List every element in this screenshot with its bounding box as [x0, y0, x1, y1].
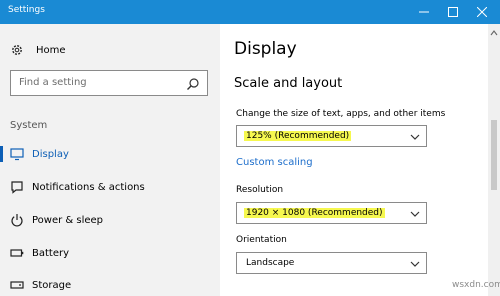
sidebar-item-notifications[interactable]: Notifications & actions [0, 175, 220, 199]
sidebar-item-display[interactable]: Display [0, 142, 220, 166]
selection-indicator [0, 146, 3, 162]
sidebar-item-label: Battery [32, 247, 70, 259]
window-title: Settings [8, 5, 45, 15]
sidebar-item-label: Power & sleep [32, 214, 104, 226]
chevron-up-icon [490, 30, 498, 36]
sidebar-item-storage[interactable]: Storage [0, 273, 220, 296]
chevron-down-icon [410, 134, 420, 140]
battery-icon [10, 246, 24, 260]
scroll-up-button[interactable] [488, 24, 500, 42]
orientation-value: Landscape [246, 258, 295, 268]
resolution-dropdown[interactable]: 1920 × 1080 (Recommended) [236, 202, 427, 224]
search-input[interactable]: Find a setting [10, 70, 208, 96]
home-label: Home [36, 44, 66, 56]
monitor-icon [10, 147, 24, 161]
scale-dropdown[interactable]: 125% (Recommended) [236, 125, 427, 147]
close-button[interactable] [470, 0, 494, 24]
orientation-label: Orientation [236, 235, 287, 245]
gear-icon [12, 45, 22, 55]
scale-value: 125% (Recommended) [244, 131, 352, 141]
power-icon [10, 213, 24, 227]
title-bar: Settings [0, 0, 500, 24]
minimize-icon [419, 11, 429, 13]
sidebar-item-label: Storage [32, 279, 72, 291]
page-title: Display [234, 39, 297, 59]
resolution-value: 1920 × 1080 (Recommended) [244, 208, 385, 218]
section-title: Scale and layout [234, 76, 343, 91]
watermark: wsxdn.com [452, 280, 500, 290]
scale-label: Change the size of text, apps, and other… [236, 109, 446, 119]
sidebar-item-power-sleep[interactable]: Power & sleep [0, 208, 220, 232]
maximize-button[interactable] [441, 0, 465, 24]
notification-icon [10, 180, 24, 194]
maximize-icon [448, 7, 458, 17]
sidebar-item-battery[interactable]: Battery [0, 241, 220, 265]
custom-scaling-link[interactable]: Custom scaling [236, 157, 313, 168]
navigation-pane: Home Find a setting System Display Notif… [0, 24, 220, 296]
search-icon[interactable] [186, 77, 200, 91]
close-icon [477, 7, 487, 17]
minimize-button[interactable] [412, 0, 436, 24]
content-pane: Display Scale and layout Change the size… [220, 24, 488, 296]
section-label: System [10, 120, 48, 131]
search-placeholder: Find a setting [19, 77, 87, 88]
storage-icon [10, 278, 24, 292]
chevron-down-icon [410, 211, 420, 217]
chevron-down-icon [410, 261, 420, 267]
sidebar-item-label: Display [32, 148, 69, 160]
vertical-scrollbar[interactable] [488, 24, 500, 296]
home-nav-item[interactable]: Home [10, 42, 66, 58]
scroll-thumb[interactable] [491, 120, 497, 190]
resolution-label: Resolution [236, 185, 284, 195]
orientation-dropdown[interactable]: Landscape [236, 252, 427, 274]
sidebar-item-label: Notifications & actions [32, 181, 145, 193]
